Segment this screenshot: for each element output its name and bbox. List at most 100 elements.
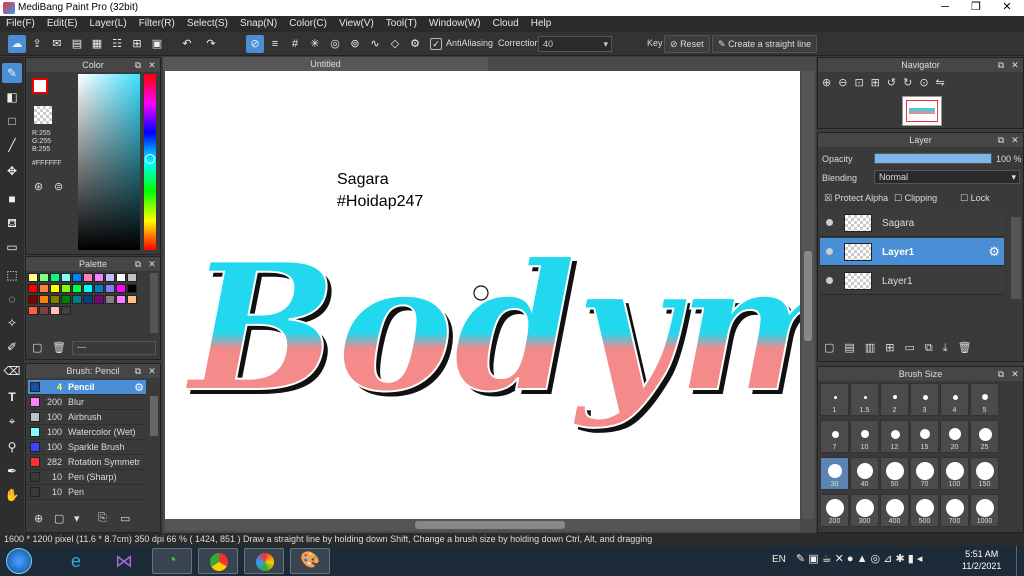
copy-brush-icon[interactable]: ⎘ xyxy=(98,512,107,525)
new-8bit-layer-icon[interactable]: ▥ xyxy=(865,342,885,354)
visibility-icon[interactable] xyxy=(826,219,833,226)
palette-swatch[interactable] xyxy=(39,295,49,304)
gradient-tool-icon[interactable]: ▭ xyxy=(2,237,22,257)
color-wheel-icon[interactable]: ⊛ xyxy=(34,180,43,193)
brush-size-cell[interactable]: 400 xyxy=(880,494,909,527)
brush-size-cell[interactable]: 2 xyxy=(880,383,909,416)
layer-row-selected[interactable]: Layer1 ⚙ xyxy=(820,238,1004,266)
antialias-checkbox[interactable]: ✓ xyxy=(430,38,442,50)
palette-swatch[interactable] xyxy=(28,295,38,304)
eyedropper-tool-icon[interactable]: ⚲ xyxy=(2,437,22,457)
brush-item[interactable]: 100 Watercolor (Wet) xyxy=(28,425,146,440)
visibility-icon[interactable] xyxy=(826,248,833,255)
panel-icon[interactable]: ▣ xyxy=(148,35,166,53)
brush-item[interactable]: 10 Pen xyxy=(28,485,146,500)
panel-float-icon[interactable]: ⧉ xyxy=(995,368,1007,380)
brush-size-cell[interactable]: 100 xyxy=(940,457,969,490)
palette-swatch[interactable] xyxy=(50,273,60,282)
palette-swatch[interactable] xyxy=(39,284,49,293)
medibang-icon[interactable]: 🎨 xyxy=(290,548,330,574)
language-indicator[interactable]: EN xyxy=(772,554,786,565)
close-button[interactable]: ✕ xyxy=(992,0,1022,16)
app-icon[interactable]: ◔ xyxy=(152,548,192,574)
palette-swatch[interactable] xyxy=(105,273,115,282)
palette-swatch[interactable] xyxy=(50,295,60,304)
dropper-tool-icon[interactable]: ✒ xyxy=(2,461,22,481)
palette-swatch[interactable] xyxy=(72,273,82,282)
menu-view[interactable]: View(V) xyxy=(333,16,380,32)
rectangle-tool-icon[interactable]: □ xyxy=(2,111,22,131)
palette-swatch[interactable] xyxy=(116,284,126,293)
brush-size-cell[interactable]: 10 xyxy=(850,420,879,453)
palette-swatch[interactable] xyxy=(72,295,82,304)
redo-icon[interactable]: ↷ xyxy=(202,35,220,53)
color-slider-icon[interactable]: ⊜ xyxy=(54,180,63,193)
palette-swatch[interactable] xyxy=(83,284,93,293)
horizontal-scrollbar[interactable] xyxy=(165,519,800,531)
panel-close-icon[interactable]: ✕ xyxy=(146,365,158,377)
brush-size-cell[interactable]: 7 xyxy=(820,420,849,453)
add-brush-icon[interactable]: ⊕ xyxy=(34,512,43,525)
new-palette-icon[interactable]: ▢ xyxy=(32,341,42,354)
transparent-color-swatch[interactable] xyxy=(34,106,52,124)
correction-select[interactable]: 40 ▾ xyxy=(538,36,612,52)
palette-swatch[interactable] xyxy=(116,295,126,304)
brush-size-cell[interactable]: 500 xyxy=(910,494,939,527)
eraser-tool-icon[interactable]: ◧ xyxy=(2,87,22,107)
brush-item[interactable]: 200 Blur xyxy=(28,395,146,410)
palette-swatch[interactable] xyxy=(72,284,82,293)
brush-size-cell[interactable]: 200 xyxy=(820,494,849,527)
internet-explorer-icon[interactable]: e xyxy=(56,548,96,574)
brush-item[interactable]: 10 Pen (Sharp) xyxy=(28,470,146,485)
brush-item-selected[interactable]: 4 Pencil ⚙ xyxy=(28,380,146,395)
menu-tool[interactable]: Tool(T) xyxy=(380,16,423,32)
panel-float-icon[interactable]: ⧉ xyxy=(132,59,144,71)
brush-size-cell[interactable]: 1 xyxy=(820,383,849,416)
brush-size-cell[interactable]: 300 xyxy=(850,494,879,527)
rotate-left-icon[interactable]: ↺ xyxy=(887,77,903,89)
snap-circle-icon[interactable]: ◎ xyxy=(326,35,344,53)
layer-list-scrollbar[interactable] xyxy=(1011,217,1021,299)
new-brush-icon[interactable]: ▢ xyxy=(54,512,64,525)
brush-size-cell[interactable]: 1000 xyxy=(970,494,999,527)
protect-alpha-checkbox[interactable]: ☒ xyxy=(824,193,832,203)
brush-size-cell[interactable]: 70 xyxy=(910,457,939,490)
menu-select[interactable]: Select(S) xyxy=(181,16,234,32)
bucket-tool-icon[interactable]: ⛾ xyxy=(2,213,22,233)
straight-line-button[interactable]: ✎ Create a straight line xyxy=(712,35,818,53)
new-layer-icon[interactable]: ▢ xyxy=(824,342,844,354)
snap-curve-icon[interactable]: ∿ xyxy=(366,35,384,53)
brush-item[interactable]: 100 Sparkle Brush xyxy=(28,440,146,455)
visibility-icon[interactable] xyxy=(826,277,833,284)
snap-settings-icon[interactable]: ⚙ xyxy=(406,35,424,53)
opacity-slider[interactable] xyxy=(874,153,992,164)
horizontal-scroll-thumb[interactable] xyxy=(415,521,565,529)
palette-swatch[interactable] xyxy=(50,284,60,293)
palette-swatch[interactable] xyxy=(83,295,93,304)
palette-swatch[interactable] xyxy=(39,306,49,315)
brush-size-cell[interactable]: 5 xyxy=(970,383,999,416)
menu-layer[interactable]: Layer(L) xyxy=(83,16,132,32)
maximize-button[interactable]: ❐ xyxy=(961,0,991,16)
chrome-icon[interactable] xyxy=(198,548,238,574)
palette-swatch[interactable] xyxy=(127,284,137,293)
layer-row[interactable]: Layer1 xyxy=(820,267,1004,295)
move-tool-icon[interactable]: ✥ xyxy=(2,161,22,181)
palette-swatch[interactable] xyxy=(61,306,71,315)
palette-swatch[interactable] xyxy=(127,295,137,304)
palette-swatch[interactable] xyxy=(28,273,38,282)
select-pen-tool-icon[interactable]: ✐ xyxy=(2,337,22,357)
brush-item[interactable]: 100 Airbrush xyxy=(28,410,146,425)
brush-size-cell[interactable]: 150 xyxy=(970,457,999,490)
fit-icon[interactable]: ⊡ xyxy=(854,77,870,89)
snap-grid-icon[interactable]: # xyxy=(286,35,304,53)
brush-size-cell[interactable]: 1.5 xyxy=(850,383,879,416)
menu-file[interactable]: File(F) xyxy=(0,16,41,32)
brush-size-cell[interactable]: 700 xyxy=(940,494,969,527)
panel-float-icon[interactable]: ⧉ xyxy=(132,258,144,270)
palette-swatch[interactable] xyxy=(50,306,60,315)
share-icon[interactable]: ⇪ xyxy=(28,35,46,53)
clock[interactable]: 5:51 AM 11/2/2021 xyxy=(962,548,1001,572)
grid-icon[interactable]: ⊞ xyxy=(128,35,146,53)
layer-row[interactable]: Sagara xyxy=(820,209,1004,237)
